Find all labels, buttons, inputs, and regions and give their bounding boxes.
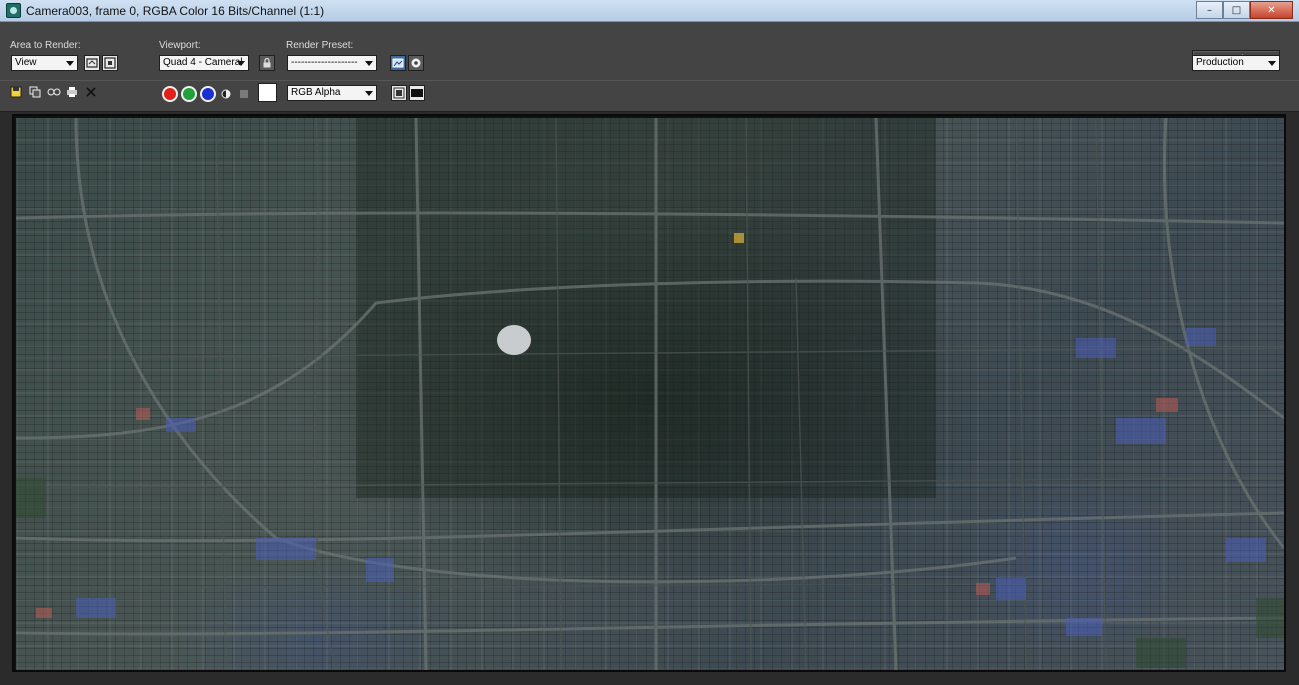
stadium-landmark [497, 325, 531, 355]
toggle-ui-overlay-icon[interactable] [391, 85, 407, 101]
area-to-render-value: View [15, 57, 37, 68]
render-setup-icon[interactable] [390, 55, 406, 71]
rendered-image-aerial-city [16, 118, 1284, 670]
color-swatch-icon[interactable] [258, 83, 277, 102]
red-channel-toggle[interactable] [162, 86, 178, 102]
print-icon[interactable] [66, 86, 78, 98]
environment-icon[interactable] [408, 55, 424, 71]
yellow-landmark [734, 233, 744, 243]
window-title: Camera003, frame 0, RGBA Color 16 Bits/C… [26, 4, 325, 18]
render-mode-value: Production [1196, 57, 1244, 68]
blue-channel-toggle[interactable] [200, 86, 216, 102]
rendered-frame [12, 114, 1286, 672]
save-icon[interactable] [10, 86, 22, 98]
chevron-down-icon [237, 61, 245, 66]
toggle-ui-icon[interactable] [409, 85, 425, 101]
area-to-render-label: Area to Render: [10, 40, 81, 51]
viewport-label: Viewport: [159, 40, 201, 51]
channel-value: RGB Alpha [291, 87, 341, 98]
app-icon [6, 3, 21, 18]
chevron-down-icon [66, 61, 74, 66]
maximize-button[interactable]: □ [1223, 1, 1250, 19]
toolbar-divider [0, 80, 1299, 81]
clone-icon[interactable] [47, 86, 61, 98]
copy-icon[interactable] [29, 86, 41, 98]
window-title-bar: Camera003, frame 0, RGBA Color 16 Bits/C… [0, 0, 1299, 22]
chevron-down-icon [1268, 61, 1276, 66]
render-toolbar: Area to Render: View Viewport: Quad 4 - … [0, 22, 1299, 112]
green-parks [16, 478, 1284, 668]
chevron-down-icon [365, 91, 373, 96]
viewport-dropdown[interactable]: Quad 4 - Cameral [159, 55, 249, 71]
display-alpha-icon[interactable] [220, 88, 232, 100]
area-to-render-dropdown[interactable]: View [11, 55, 78, 71]
auto-region-icon[interactable] [102, 55, 118, 71]
channel-dropdown[interactable]: RGB Alpha [287, 85, 377, 101]
minimize-button[interactable]: – [1196, 1, 1223, 19]
edit-region-icon[interactable] [84, 55, 100, 71]
monochrome-icon[interactable] [238, 88, 250, 100]
render-mode-dropdown[interactable]: Production [1192, 55, 1280, 71]
clear-icon[interactable] [85, 86, 97, 98]
city-core-region [356, 118, 936, 498]
render-preset-dropdown[interactable]: -------------------- [287, 55, 377, 71]
render-preset-label: Render Preset: [286, 40, 354, 51]
render-preset-value: -------------------- [291, 57, 358, 68]
city-road-network [16, 118, 1284, 670]
window-controls: – □ ✕ [1196, 1, 1293, 19]
chevron-down-icon [365, 61, 373, 66]
green-channel-toggle[interactable] [181, 86, 197, 102]
lock-icon[interactable] [259, 55, 275, 71]
close-button[interactable]: ✕ [1250, 1, 1293, 19]
viewport-value: Quad 4 - Cameral [163, 57, 243, 68]
